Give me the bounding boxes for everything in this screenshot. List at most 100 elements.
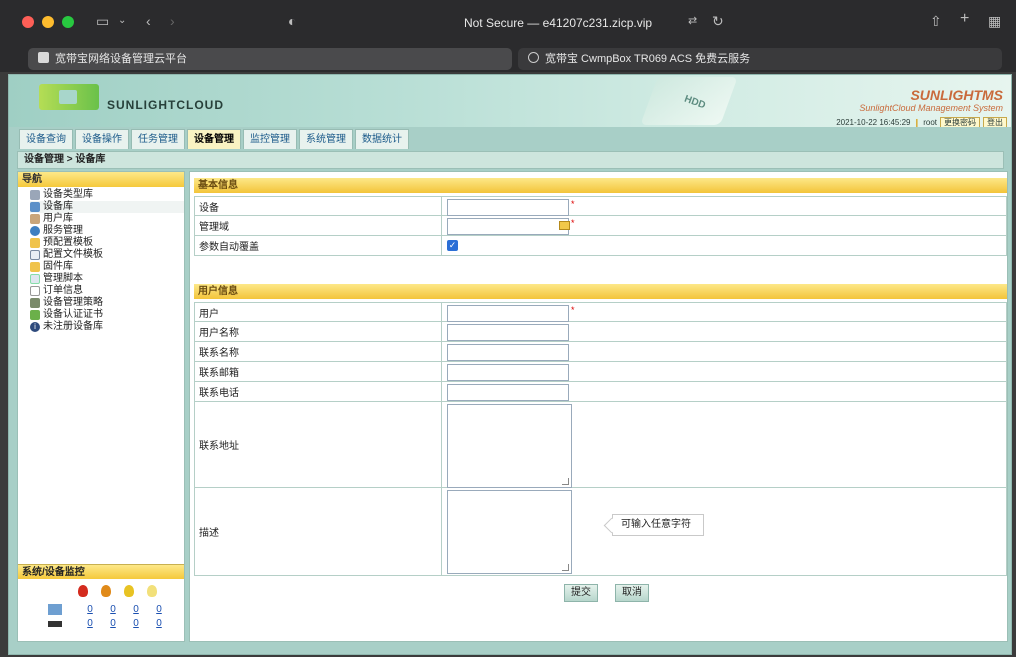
- sidebar-item-unregistered[interactable]: i 未注册设备库: [30, 321, 184, 333]
- field-value: [447, 490, 572, 574]
- form-row-domain: 管理域 *: [194, 216, 1007, 236]
- zoom-window-button[interactable]: [62, 16, 74, 28]
- form-row-user-name: 用户名称: [194, 322, 1007, 342]
- sidebar-item-service[interactable]: 服务管理: [30, 225, 184, 237]
- contact-email-input[interactable]: [447, 364, 569, 381]
- sidebar-item-label: 服务管理: [43, 225, 83, 236]
- browser-tab-label: 宽带宝网络设备管理云平台: [55, 53, 187, 65]
- alarm-count-link[interactable]: 0: [131, 604, 141, 615]
- address-bar[interactable]: Not Secure — e41207c231.zicp.vip: [308, 12, 808, 34]
- sidebar-item-label: 固件库: [43, 261, 73, 272]
- translate-icon[interactable]: ⇄: [688, 13, 697, 29]
- contact-phone-input[interactable]: [447, 384, 569, 401]
- config-file-icon: [30, 250, 40, 260]
- section-basic-info: 基本信息: [194, 178, 1007, 193]
- chevron-down-icon[interactable]: ⌄: [118, 13, 126, 29]
- sidebar-item-policy[interactable]: 设备管理策略: [30, 297, 184, 309]
- breadcrumb: 设备管理 > 设备库: [17, 151, 1004, 169]
- browser-tab-active[interactable]: 宽带宝网络设备管理云平台: [28, 48, 512, 70]
- sidebar-item-certificate[interactable]: 设备认证证书: [30, 309, 184, 321]
- tab-task-management[interactable]: 任务管理: [131, 129, 185, 149]
- tab-device-management[interactable]: 设备管理: [187, 129, 241, 149]
- field-label: 用户: [195, 303, 442, 321]
- minimize-window-button[interactable]: [42, 16, 54, 28]
- sidebar-toggle-icon[interactable]: ▭: [96, 13, 109, 29]
- brand-logo-icon: [39, 84, 99, 110]
- form-row-contact-phone: 联系电话: [194, 382, 1007, 402]
- alarm-count-link[interactable]: 0: [154, 618, 164, 629]
- monitor-panel: 系统/设备监控 0 0 0 0 0 0 0 0: [18, 564, 184, 642]
- sidebar-title: 导航: [18, 172, 184, 187]
- field-value: [447, 324, 569, 341]
- user-library-icon: [30, 214, 40, 224]
- tab-system-management[interactable]: 系统管理: [299, 129, 353, 149]
- change-password-button[interactable]: 更换密码: [940, 117, 980, 127]
- critical-alarm-icon: [78, 585, 88, 597]
- field-value: [447, 344, 569, 361]
- folder-browse-icon[interactable]: [559, 221, 570, 230]
- sidebar-item-config-file[interactable]: 配置文件模板: [30, 249, 184, 261]
- tab-device-query[interactable]: 设备查询: [19, 129, 73, 149]
- alarm-count-link[interactable]: 0: [85, 618, 95, 629]
- close-window-button[interactable]: [22, 16, 34, 28]
- contact-address-textarea[interactable]: [447, 404, 572, 488]
- sidebar-item-label: 预配置模板: [43, 237, 93, 248]
- device-input[interactable]: [447, 199, 569, 216]
- user-input[interactable]: [447, 305, 569, 322]
- submit-button[interactable]: 提交: [564, 584, 598, 602]
- contact-name-input[interactable]: [447, 344, 569, 361]
- browser-tab-label: 宽带宝 CwmpBox TR069 ACS 免费云服务: [545, 53, 751, 65]
- field-value: ✓: [447, 240, 458, 251]
- alarm-count-link[interactable]: 0: [85, 604, 95, 615]
- required-marker: *: [571, 305, 575, 315]
- product-title: SUNLIGHTMS: [910, 87, 1003, 103]
- sidebar-item-label: 配置文件模板: [43, 249, 103, 260]
- alarm-count-link[interactable]: 0: [108, 604, 118, 615]
- description-textarea[interactable]: [447, 490, 572, 574]
- sidebar-list: 设备类型库 设备库 用户库 服务管理 预配置模板 配置文件模板 固件库 管理脚本…: [18, 187, 184, 333]
- tab-device-operation[interactable]: 设备操作: [75, 129, 129, 149]
- sidebar-item-label: 管理脚本: [43, 273, 83, 284]
- alarm-count-link[interactable]: 0: [154, 604, 164, 615]
- new-tab-icon[interactable]: +: [960, 11, 969, 27]
- browser-tab[interactable]: 宽带宝 CwmpBox TR069 ACS 免费云服务: [518, 48, 1002, 70]
- share-icon[interactable]: ⇧: [930, 13, 942, 29]
- field-label: 联系名称: [195, 342, 442, 361]
- browser-toolbar: ▭ ⌄ ‹ › ◐ Not Secure — e41207c231.zicp.v…: [0, 0, 1016, 44]
- alarm-count-link[interactable]: 0: [108, 618, 118, 629]
- domain-input[interactable]: [447, 218, 569, 235]
- tab-overview-icon[interactable]: ▦: [988, 13, 1001, 29]
- back-icon[interactable]: ‹: [146, 13, 151, 29]
- sidebar-item-device-library[interactable]: 设备库: [30, 201, 184, 213]
- sidebar-item-firmware[interactable]: 固件库: [30, 261, 184, 273]
- reload-icon[interactable]: ↻: [712, 13, 724, 29]
- shield-icon[interactable]: ◐: [288, 13, 296, 29]
- device-alarm-counts: 0 0 0 0: [48, 618, 164, 629]
- user-name-input[interactable]: [447, 324, 569, 341]
- browser-tabs: 宽带宝网络设备管理云平台 宽带宝 CwmpBox TR069 ACS 免费云服务: [0, 44, 1016, 72]
- form-row-contact-name: 联系名称: [194, 342, 1007, 362]
- brand-name: SUNLIGHTCLOUD: [107, 98, 224, 112]
- compass-icon: [528, 52, 539, 63]
- sidebar-item-label: 设备认证证书: [43, 309, 103, 320]
- sidebar-item-preconfig[interactable]: 预配置模板: [30, 237, 184, 249]
- form-row-contact-address: 联系地址: [194, 402, 1007, 488]
- cancel-button[interactable]: 取消: [615, 584, 649, 602]
- tab-monitor-management[interactable]: 监控管理: [243, 129, 297, 149]
- sidebar-item-scripts[interactable]: 管理脚本: [30, 273, 184, 285]
- field-value: *: [447, 305, 575, 322]
- tab-data-statistics[interactable]: 数据统计: [355, 129, 409, 149]
- info-icon: i: [30, 322, 40, 332]
- sidebar-item-orders[interactable]: 订单信息: [30, 285, 184, 297]
- certificate-icon: [30, 310, 40, 320]
- field-value: [447, 364, 569, 381]
- auto-override-checkbox[interactable]: ✓: [447, 240, 458, 251]
- sidebar-item-device-type[interactable]: 设备类型库: [30, 189, 184, 201]
- alarm-count-link[interactable]: 0: [131, 618, 141, 629]
- sidebar-item-label: 未注册设备库: [43, 321, 103, 332]
- sidebar-item-user-library[interactable]: 用户库: [30, 213, 184, 225]
- input-hint-tooltip: 可输入任意字符: [612, 514, 704, 536]
- field-value: [447, 384, 569, 401]
- forward-icon[interactable]: ›: [170, 13, 175, 29]
- logout-button[interactable]: 登出: [983, 117, 1007, 127]
